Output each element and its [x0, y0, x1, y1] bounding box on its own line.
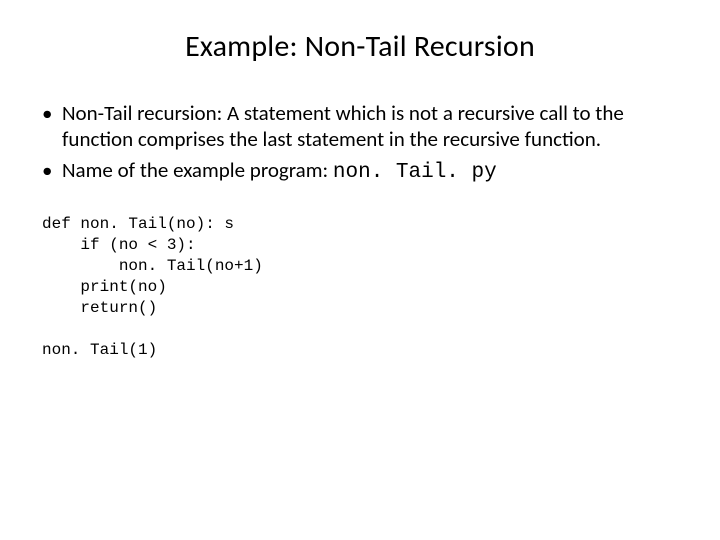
bullet-list: Non-Tail recursion: A statement which is… — [40, 101, 680, 186]
bullet-text: Non-Tail recursion: A statement which is… — [62, 100, 624, 152]
bullet-text: Name of the example program: — [62, 157, 333, 183]
code-block: def non. Tail(no): s if (no < 3): non. T… — [42, 214, 680, 362]
slide: Example: Non-Tail Recursion Non-Tail rec… — [0, 0, 720, 540]
bullet-item: Non-Tail recursion: A statement which is… — [40, 101, 680, 154]
bullet-item: Name of the example program: non. Tail. … — [40, 158, 680, 186]
slide-title: Example: Non-Tail Recursion — [40, 28, 680, 65]
bullet-mono: non. Tail. py — [333, 161, 497, 184]
